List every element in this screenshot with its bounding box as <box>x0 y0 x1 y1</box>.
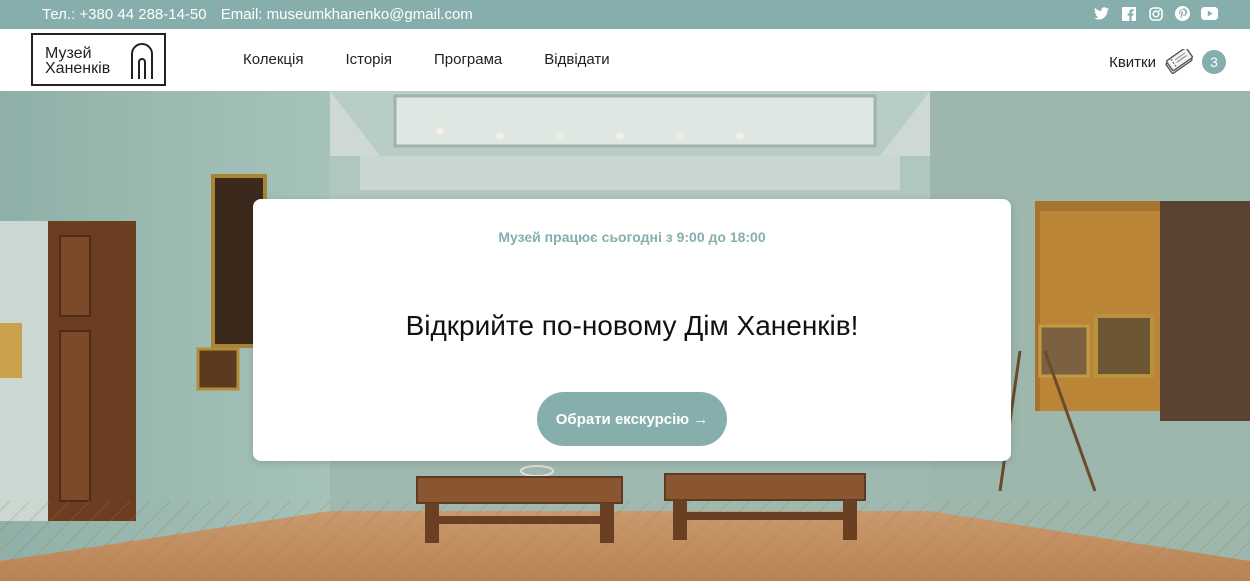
twitter-icon[interactable] <box>1093 5 1110 22</box>
nav-item-history[interactable]: Історія <box>345 51 392 68</box>
museum-logo[interactable]: Музей Ханенків <box>31 33 166 86</box>
social-links <box>1093 5 1218 22</box>
opening-hours: Музей працює сьогодні з 9:00 до 18:00 <box>498 229 766 245</box>
contact-bar: Тел.: +380 44 288-14-50 Email: museumkha… <box>0 0 1250 29</box>
email-link[interactable]: Email: museumkhanenko@gmail.com <box>221 6 473 23</box>
tickets-label: Квитки <box>1109 53 1156 71</box>
hero-section: Музей працює сьогодні з 9:00 до 18:00 Ві… <box>0 91 1250 581</box>
tickets-count-badge: 3 <box>1202 50 1226 74</box>
phone-number[interactable]: Тел.: +380 44 288-14-50 <box>42 6 207 23</box>
ticket-icon <box>1165 49 1194 75</box>
arch-icon <box>131 43 153 79</box>
pinterest-icon[interactable] <box>1174 5 1191 22</box>
tickets-button[interactable]: Квитки 3 <box>1109 49 1226 75</box>
youtube-icon[interactable] <box>1201 5 1218 22</box>
site-header: Музей Ханенків Колекція Історія Програма… <box>0 29 1250 92</box>
choose-tour-button[interactable]: Обрати екскурсію → <box>537 392 727 446</box>
contact-info: Тел.: +380 44 288-14-50 Email: museumkha… <box>42 6 473 23</box>
main-nav: Колекція Історія Програма Відвідати <box>243 51 610 68</box>
instagram-icon[interactable] <box>1147 5 1164 22</box>
welcome-card: Музей працює сьогодні з 9:00 до 18:00 Ві… <box>253 199 1011 461</box>
facebook-icon[interactable] <box>1120 5 1137 22</box>
nav-item-program[interactable]: Програма <box>434 51 502 68</box>
hero-headline: Відкрийте по-новому Дім Ханенків! <box>405 310 859 341</box>
logo-line-2: Ханенків <box>45 60 111 77</box>
nav-item-collection[interactable]: Колекція <box>243 51 303 68</box>
nav-item-visit[interactable]: Відвідати <box>544 51 609 68</box>
